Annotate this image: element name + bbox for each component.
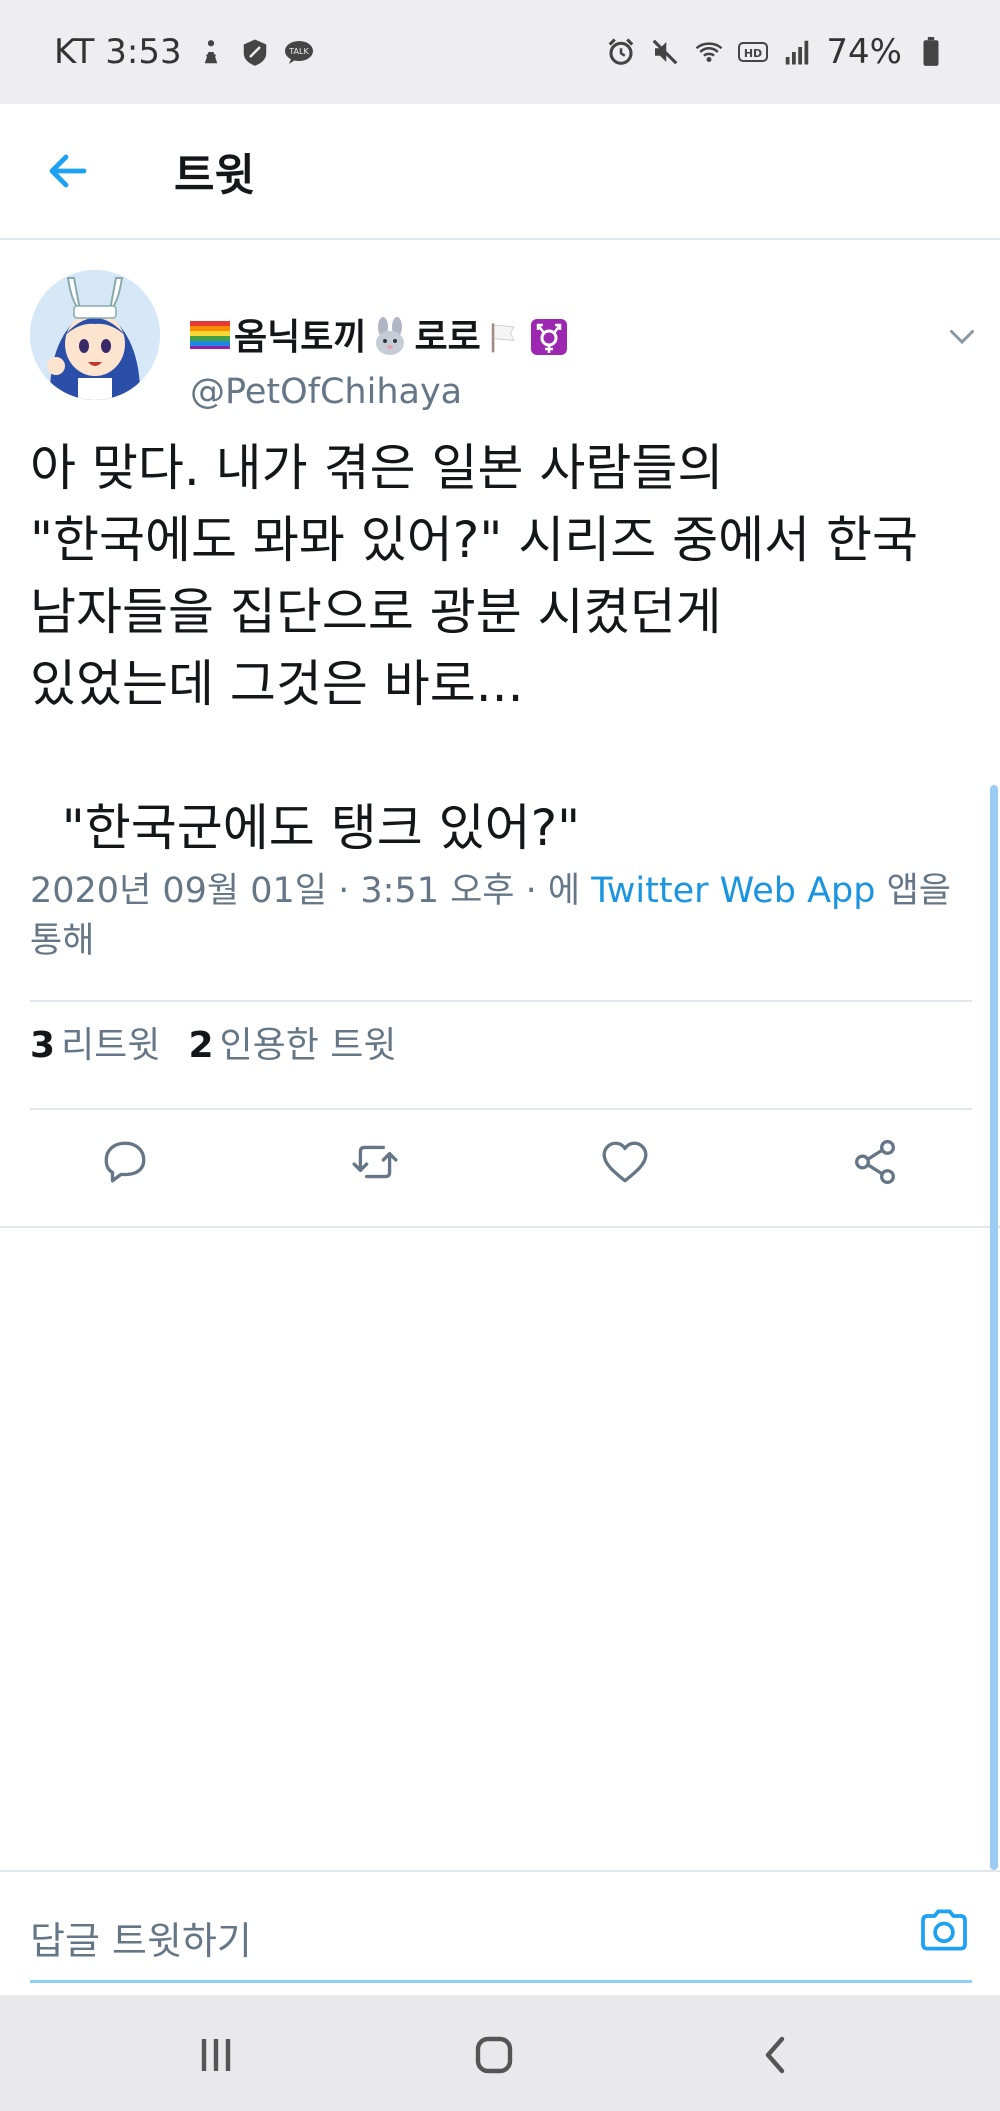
quote-count: 2: [188, 1025, 214, 1066]
timestamp-text: 2020년 09월 01일 · 3:51 오후 · 에: [30, 871, 581, 911]
retweet-button[interactable]: [345, 1132, 405, 1192]
tweet-text: 아 맞다. 내가 겪은 일본 사람들의 "한국에도 뫄뫄 있어?" 시리즈 중에…: [30, 439, 919, 857]
white-flag-icon: [485, 317, 525, 353]
camera-icon[interactable]: [916, 1902, 972, 1958]
transgender-symbol-icon: [529, 317, 569, 355]
reply-underline: [30, 1980, 972, 1983]
like-icon: [602, 1141, 648, 1183]
share-button[interactable]: [845, 1132, 905, 1192]
retweet-icon: [352, 1145, 398, 1179]
hd-icon: HD: [738, 37, 769, 67]
source-app-link[interactable]: Twitter Web App: [591, 871, 875, 911]
user-handle[interactable]: @PetOfChihaya: [190, 372, 462, 412]
quote-label: 인용한 트윗: [219, 1025, 397, 1066]
alarm-icon: [606, 37, 636, 67]
shield-icon: [240, 37, 270, 67]
person-walk-icon: [196, 37, 226, 67]
like-button[interactable]: [595, 1132, 655, 1192]
recent-apps-icon[interactable]: [192, 2031, 240, 2079]
display-name-suffix: 로로: [414, 317, 481, 358]
status-left: KT 3:53 TALK: [54, 32, 314, 72]
share-icon: [855, 1139, 895, 1185]
tweet-stats: 3 리트윗 2 인용한 트윗: [30, 1002, 397, 1082]
mute-icon: [650, 37, 680, 67]
retweet-stat[interactable]: 3 리트윗: [30, 1016, 160, 1068]
page-title: 트윗: [174, 150, 255, 201]
back-icon[interactable]: [752, 2031, 800, 2079]
rabbit-icon: [370, 317, 410, 355]
status-bar: KT 3:53 TALK HD 74%: [0, 0, 1000, 104]
talk-icon: TALK: [284, 37, 314, 67]
retweet-count: 3: [30, 1025, 56, 1066]
wifi-icon: [694, 37, 724, 67]
display-name[interactable]: 옴닉토끼 로로: [190, 308, 569, 360]
reply-input[interactable]: 답글 트윗하기: [30, 1910, 252, 1965]
reply-composer: 답글 트윗하기: [0, 1870, 1000, 1995]
rainbow-flag-icon: [190, 317, 230, 351]
talk-badge-text: TALK: [288, 47, 309, 56]
quote-stat[interactable]: 2 인용한 트윗: [188, 1016, 396, 1068]
top-app-bar: 트윗: [0, 104, 1000, 240]
hd-badge-text: HD: [744, 47, 762, 60]
chevron-down-icon[interactable]: [944, 318, 980, 354]
back-button[interactable]: [0, 103, 136, 239]
divider: [0, 1226, 1000, 1228]
status-right: HD 74%: [606, 32, 946, 72]
system-nav-bar: [0, 1995, 1000, 2111]
home-icon[interactable]: [470, 2031, 518, 2079]
tweet-actions: [0, 1110, 1000, 1210]
tweet-timestamp: 2020년 09월 01일 · 3:51 오후 · 에 Twitter Web …: [30, 866, 980, 966]
reply-icon: [104, 1141, 146, 1183]
scrollbar[interactable]: [990, 785, 998, 1870]
battery-icon: [916, 37, 946, 67]
carrier-time: KT 3:53: [54, 32, 182, 72]
arrow-left-icon: [49, 154, 87, 188]
battery-percent: 74%: [826, 32, 902, 72]
signal-icon: [782, 37, 812, 67]
avatar[interactable]: [30, 270, 160, 400]
reply-button[interactable]: [95, 1132, 155, 1192]
tweet-author: 옴닉토끼 로로 @PetOfChihaya: [30, 270, 980, 412]
retweet-label: 리트윗: [61, 1025, 161, 1066]
display-name-text: 옴닉토끼: [234, 317, 367, 358]
